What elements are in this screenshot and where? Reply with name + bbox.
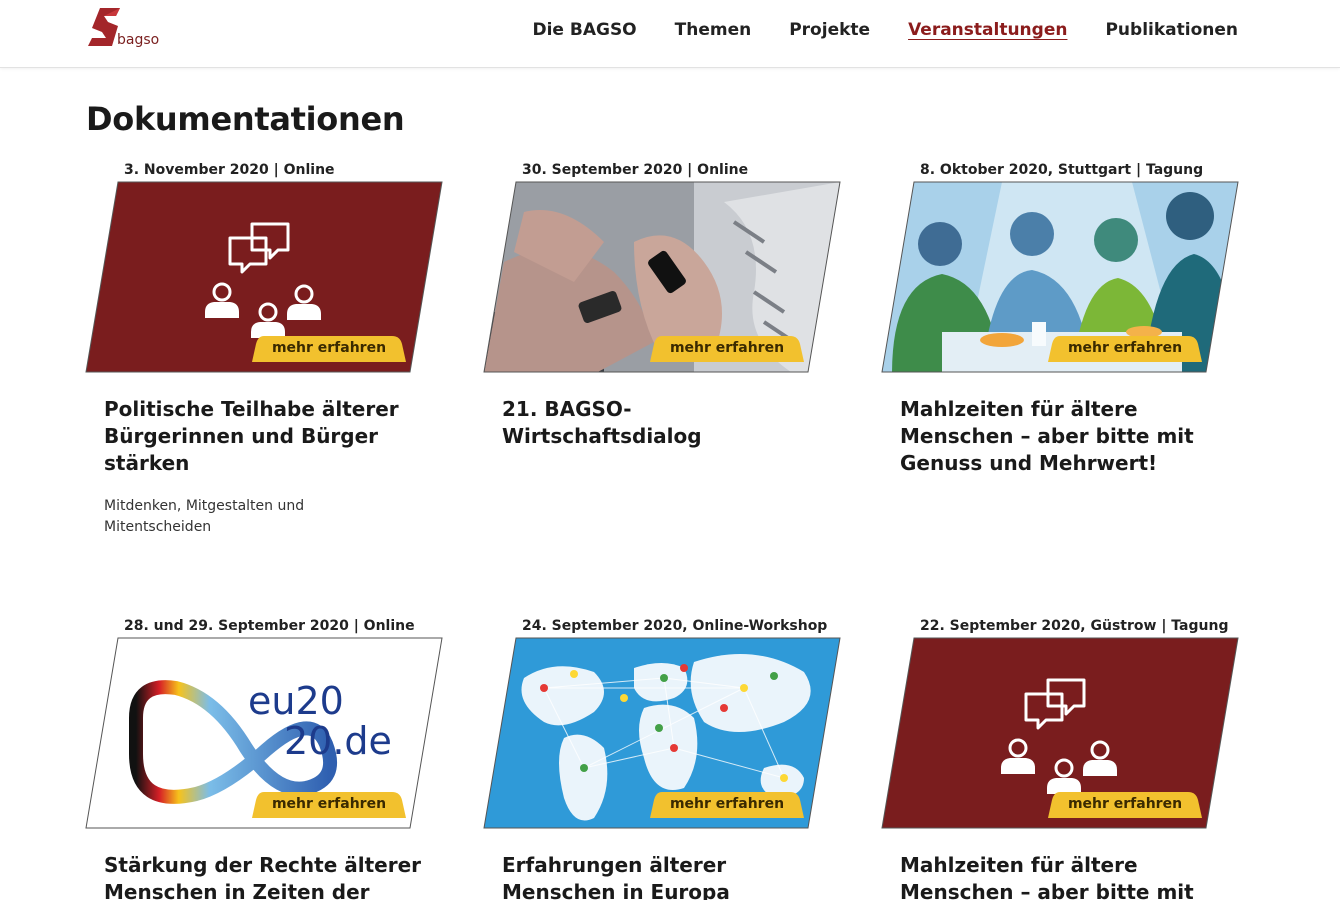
event-title[interactable]: Politische Teilhabe älterer Bürgerinnen … xyxy=(104,396,424,477)
mehr-erfahren-button[interactable]: mehr erfahren xyxy=(1048,336,1202,362)
event-title[interactable]: Erfahrungen älterer Menschen in Europa xyxy=(502,852,822,900)
nav-item-projekte[interactable]: Projekte xyxy=(789,18,870,42)
mehr-erfahren-button[interactable]: mehr erfahren xyxy=(650,336,804,362)
bagso-logo[interactable] xyxy=(86,6,166,56)
event-meta: 28. und 29. September 2020 | Online xyxy=(124,618,415,634)
mehr-erfahren-button[interactable]: mehr erfahren xyxy=(1048,792,1202,818)
mehr-erfahren-button[interactable]: mehr erfahren xyxy=(252,336,406,362)
page-title: Dokumentationen xyxy=(86,100,405,138)
eu2020-logo-text-2: 20.de xyxy=(284,719,392,763)
eu2020-logo-text-1: eu20 xyxy=(248,679,344,723)
event-meta: 22. September 2020, Güstrow | Tagung xyxy=(920,618,1229,634)
nav-item-publikationen[interactable]: Publikationen xyxy=(1105,18,1238,42)
main-nav: Die BAGSO Themen Projekte Veranstaltunge… xyxy=(494,18,1238,42)
logo-text: bagso xyxy=(117,32,160,48)
event-meta: 3. November 2020 | Online xyxy=(124,162,335,178)
nav-item-veranstaltungen[interactable]: Veranstaltungen xyxy=(908,18,1067,42)
event-meta: 24. September 2020, Online-Workshop xyxy=(522,618,828,634)
event-subtitle: Mitdenken, Mitgestalten und Mitentscheid… xyxy=(104,498,305,535)
event-title[interactable]: 21. BAGSO-Wirtschaftsdialog xyxy=(502,396,822,450)
nav-item-themen[interactable]: Themen xyxy=(675,18,752,42)
event-title[interactable]: Mahlzeiten für ältere Menschen – aber bi… xyxy=(900,396,1220,477)
event-title[interactable]: Stärkung der Rechte älterer Menschen in … xyxy=(104,852,424,900)
site-header: bagso Die BAGSO Themen Projekte Veransta… xyxy=(0,0,1340,68)
mehr-erfahren-button[interactable]: mehr erfahren xyxy=(650,792,804,818)
event-title[interactable]: Mahlzeiten für ältere Menschen – aber bi… xyxy=(900,852,1220,900)
mehr-erfahren-button[interactable]: mehr erfahren xyxy=(252,792,406,818)
event-meta: 30. September 2020 | Online xyxy=(522,162,749,178)
event-meta: 8. Oktober 2020, Stuttgart | Tagung xyxy=(920,162,1204,178)
nav-item-die-bagso[interactable]: Die BAGSO xyxy=(532,18,636,42)
